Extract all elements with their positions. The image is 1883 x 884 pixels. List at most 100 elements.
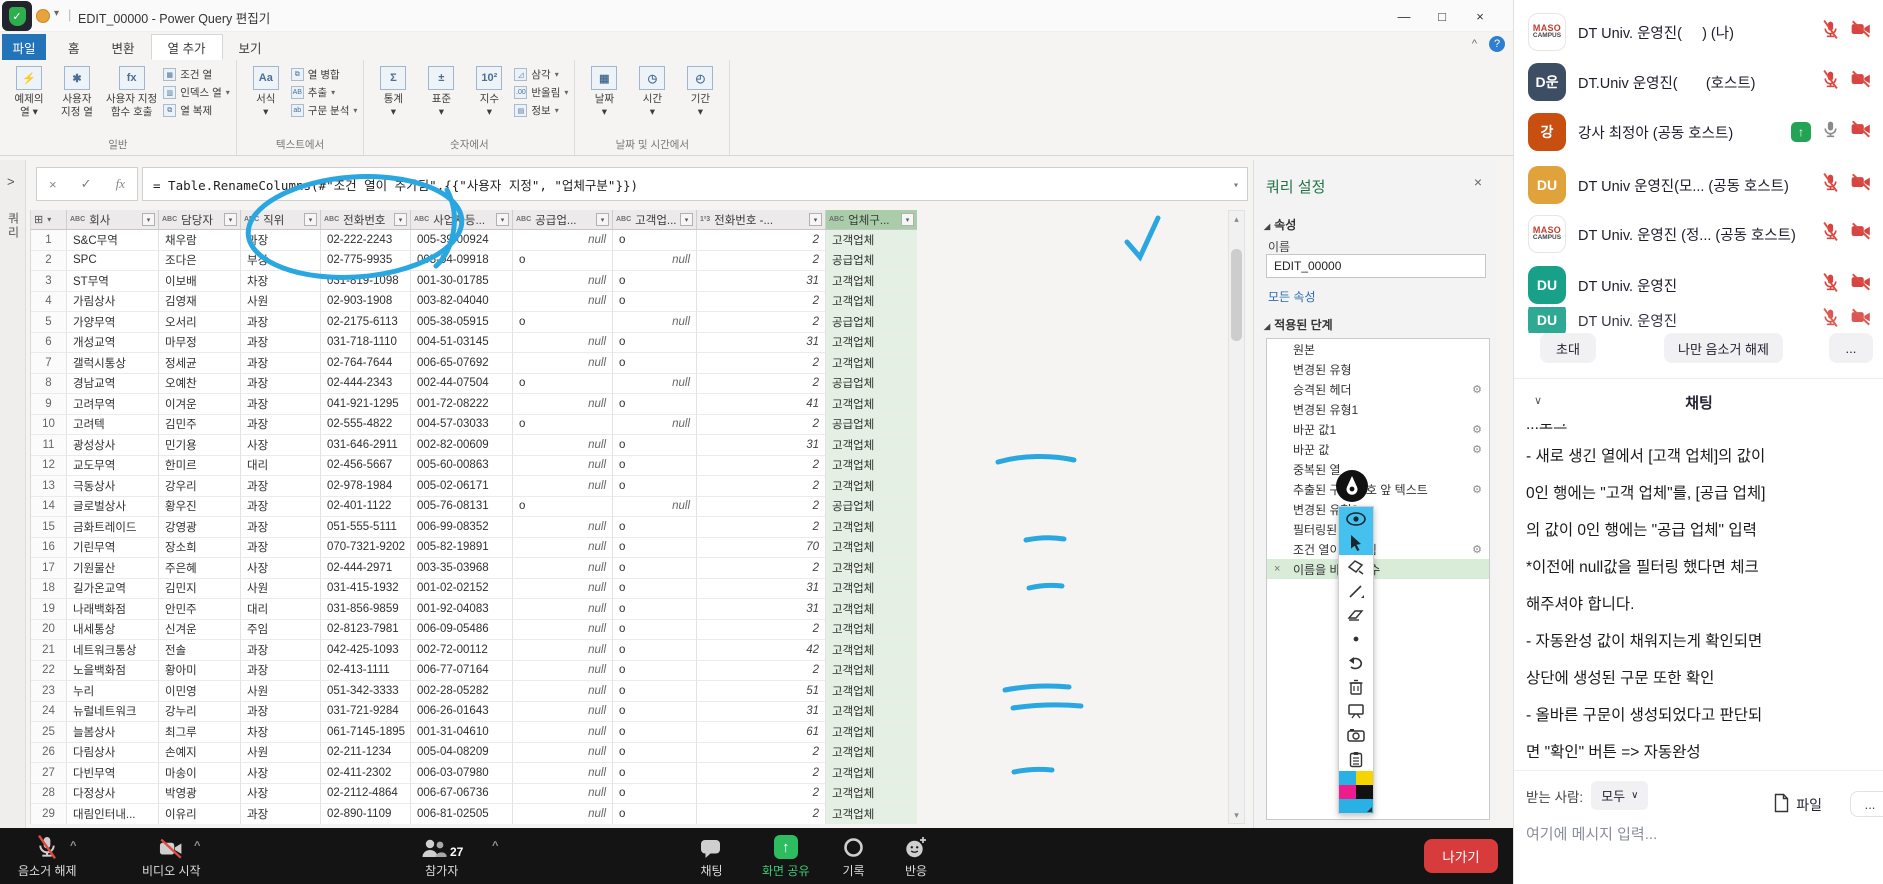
cell[interactable]: null bbox=[513, 435, 613, 456]
share-screen-button[interactable]: ↑ 화면 공유 bbox=[762, 835, 810, 879]
cell[interactable]: 061-7145-1895 bbox=[321, 722, 411, 743]
cell[interactable]: 004-51-03145 bbox=[411, 332, 513, 353]
cell[interactable]: 02-411-2302 bbox=[321, 763, 411, 784]
cell[interactable]: 김민주 bbox=[159, 414, 241, 435]
cell[interactable]: 31 bbox=[697, 332, 826, 353]
cell[interactable]: 고객업체 bbox=[826, 640, 917, 661]
cell[interactable]: 길가온교역 bbox=[67, 578, 159, 599]
cell[interactable]: 대리 bbox=[241, 455, 321, 476]
cell[interactable]: o bbox=[613, 619, 697, 640]
cell[interactable]: 다림상사 bbox=[67, 742, 159, 763]
applied-steps-header[interactable]: ◢ 적용된 단계 bbox=[1264, 316, 1333, 333]
column-header-담당자[interactable]: ABC 담당자 ▾ bbox=[159, 210, 241, 230]
cell[interactable]: null bbox=[613, 414, 697, 435]
cell[interactable]: 2 bbox=[697, 660, 826, 681]
minimize-button[interactable]: — bbox=[1385, 0, 1423, 32]
ribbon-button-기간[interactable]: ◴ 기간 ▾ bbox=[677, 62, 723, 121]
cell[interactable]: 006-67-06736 bbox=[411, 783, 513, 804]
ribbon-button-통계[interactable]: Σ 통계 ▾ bbox=[370, 62, 416, 121]
cell[interactable]: o bbox=[613, 230, 697, 251]
column-header-전화번호[interactable]: ABC 전화번호 ▾ bbox=[321, 210, 411, 230]
expand-queries-icon[interactable]: > bbox=[7, 174, 15, 189]
cell[interactable]: 031-721-9284 bbox=[321, 701, 411, 722]
cell[interactable]: 사원 bbox=[241, 578, 321, 599]
applied-step-추출된 구분 기호 앞 텍스트[interactable]: 추출된 구분 기호 앞 텍스트⚙ bbox=[1267, 479, 1489, 499]
cell[interactable]: 네트워크통상 bbox=[67, 640, 159, 661]
ribbon-button-표준[interactable]: ± 표준 ▾ bbox=[418, 62, 464, 121]
cell[interactable]: 부장 bbox=[241, 250, 321, 271]
cell[interactable]: 005-38-05915 bbox=[411, 312, 513, 333]
column-header-고객업...[interactable]: ABC 고객업... ▾ bbox=[613, 210, 697, 230]
eraser-icon[interactable] bbox=[1339, 603, 1373, 627]
ribbon-button-추출[interactable]: AB 추출 ▾ bbox=[290, 85, 358, 100]
ribbon-button-시간[interactable]: ◷ 시간 ▾ bbox=[629, 62, 675, 121]
chat-button[interactable]: 채팅 bbox=[700, 835, 723, 879]
cell[interactable]: null bbox=[513, 640, 613, 661]
cell[interactable]: null bbox=[513, 230, 613, 251]
cell[interactable]: 공급업체 bbox=[826, 250, 917, 271]
cell[interactable]: 사장 bbox=[241, 435, 321, 456]
cell[interactable]: 31 bbox=[697, 701, 826, 722]
cell[interactable]: 31 bbox=[697, 578, 826, 599]
cell[interactable]: null bbox=[513, 763, 613, 784]
chat-input[interactable]: 여기에 메시지 입력... bbox=[1526, 823, 1657, 844]
undo-icon[interactable] bbox=[1339, 651, 1373, 675]
cell[interactable]: 41 bbox=[697, 394, 826, 415]
spotlight-eye-icon[interactable] bbox=[1339, 507, 1373, 531]
cell[interactable]: 공급업체 bbox=[826, 312, 917, 333]
cell[interactable]: 041-921-1295 bbox=[321, 394, 411, 415]
filter-dropdown-icon[interactable]: ▾ bbox=[901, 213, 914, 226]
cell[interactable]: 이보배 bbox=[159, 271, 241, 292]
applied-step-중복된 열[interactable]: 중복된 열 bbox=[1267, 459, 1489, 479]
cell[interactable]: 노을백화점 bbox=[67, 660, 159, 681]
scroll-down-icon[interactable]: ▾ bbox=[1229, 807, 1244, 823]
cell[interactable]: null bbox=[513, 783, 613, 804]
applied-step-바꾼 값[interactable]: 바꾼 값 ⚙ bbox=[1267, 439, 1489, 459]
cell[interactable]: 002-82-00609 bbox=[411, 435, 513, 456]
cell[interactable]: 고객업체 bbox=[826, 291, 917, 312]
filter-dropdown-icon[interactable]: ▾ bbox=[304, 213, 317, 226]
record-button[interactable]: 기록 bbox=[842, 835, 865, 879]
cell[interactable]: 001-31-04610 bbox=[411, 722, 513, 743]
filter-dropdown-icon[interactable]: ▾ bbox=[224, 213, 237, 226]
cell[interactable]: 031-718-1110 bbox=[321, 332, 411, 353]
invite-button[interactable]: 초대 bbox=[1540, 333, 1596, 363]
cell[interactable]: o bbox=[613, 640, 697, 661]
cell[interactable]: null bbox=[513, 558, 613, 579]
cell[interactable]: o bbox=[613, 681, 697, 702]
cell[interactable]: 고객업체 bbox=[826, 435, 917, 456]
cell[interactable]: 005-04-09918 bbox=[411, 250, 513, 271]
cell[interactable]: 02-444-2343 bbox=[321, 373, 411, 394]
cell[interactable]: o bbox=[613, 537, 697, 558]
participant-row[interactable]: DU DT Univ 운영진(모... (공동 호스트) bbox=[1528, 163, 1872, 207]
chevron-up-icon[interactable]: ^ bbox=[194, 840, 200, 852]
cell[interactable]: 다빈무역 bbox=[67, 763, 159, 784]
cell[interactable]: 사원 bbox=[241, 742, 321, 763]
cell[interactable]: 늘봄상사 bbox=[67, 722, 159, 743]
cell[interactable]: o bbox=[513, 312, 613, 333]
cell[interactable]: 조다은 bbox=[159, 250, 241, 271]
cell[interactable]: o bbox=[513, 373, 613, 394]
cell[interactable]: 002-72-00112 bbox=[411, 640, 513, 661]
gear-icon[interactable]: ⚙ bbox=[1472, 443, 1482, 456]
cell[interactable]: 고객업체 bbox=[826, 783, 917, 804]
cell[interactable]: 고객업체 bbox=[826, 230, 917, 251]
ribbon-button-서식[interactable]: Aa 서식 ▾ bbox=[243, 62, 289, 121]
cell[interactable]: o bbox=[613, 455, 697, 476]
cell[interactable]: 사원 bbox=[241, 681, 321, 702]
cell[interactable]: o bbox=[613, 353, 697, 374]
formula-cancel-icon[interactable]: × bbox=[49, 177, 57, 192]
cell[interactable]: 2 bbox=[697, 312, 826, 333]
cell[interactable]: 과장 bbox=[241, 312, 321, 333]
cell[interactable]: 02-413-1111 bbox=[321, 660, 411, 681]
chevron-down-icon[interactable]: ▾ bbox=[54, 8, 59, 19]
applied-step-원본[interactable]: 원본 bbox=[1267, 339, 1489, 359]
clear-trash-icon[interactable] bbox=[1339, 675, 1373, 699]
tab-변환[interactable]: 변환 bbox=[96, 34, 151, 60]
cell[interactable]: o bbox=[613, 271, 697, 292]
cell[interactable]: 최그루 bbox=[159, 722, 241, 743]
stamp-icon[interactable] bbox=[1339, 555, 1373, 579]
cell[interactable]: 마무정 bbox=[159, 332, 241, 353]
maximize-button[interactable]: □ bbox=[1423, 0, 1461, 32]
cell[interactable]: 고객업체 bbox=[826, 476, 917, 497]
